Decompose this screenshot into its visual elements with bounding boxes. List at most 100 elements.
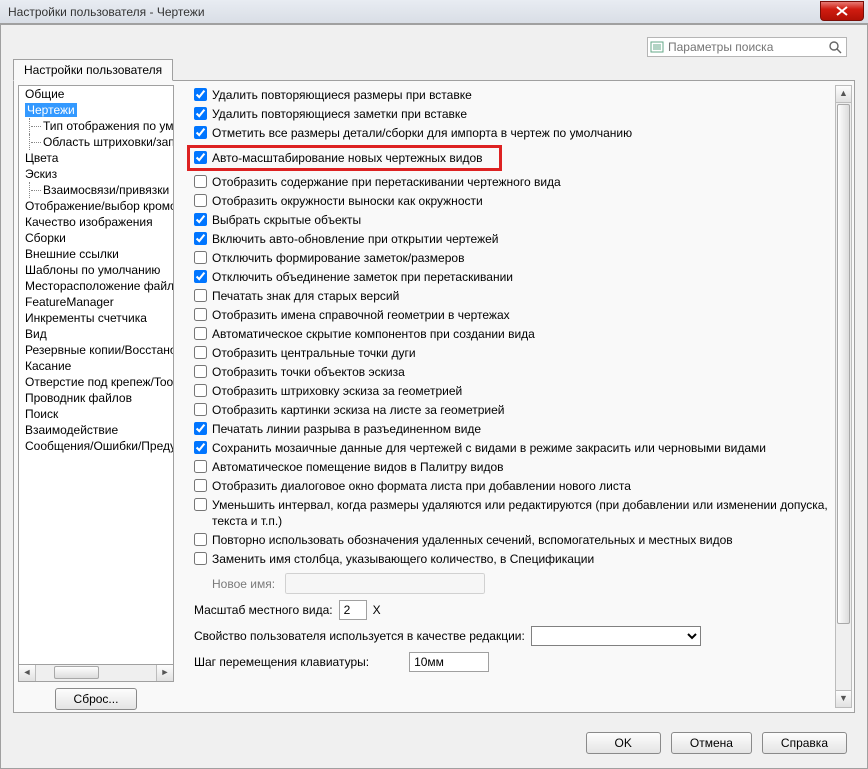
tree-item[interactable]: FeatureManager bbox=[19, 294, 173, 310]
tree-item[interactable]: Месторасположение файло bbox=[19, 278, 173, 294]
option-checkbox[interactable] bbox=[194, 270, 207, 283]
option-checkbox[interactable] bbox=[194, 498, 207, 511]
custom-property-select[interactable] bbox=[531, 626, 701, 646]
ok-button[interactable]: OK bbox=[586, 732, 661, 754]
dialog-footer: OK Отмена Справка bbox=[586, 732, 847, 754]
option-checkbox[interactable] bbox=[194, 552, 207, 565]
scroll-down-button[interactable]: ▼ bbox=[836, 690, 851, 707]
scroll-track[interactable] bbox=[36, 665, 156, 681]
new-name-input bbox=[285, 573, 485, 594]
tree-horizontal-scrollbar[interactable]: ◄ ► bbox=[18, 665, 174, 682]
option-checkbox[interactable] bbox=[194, 126, 207, 139]
scroll-left-button[interactable]: ◄ bbox=[19, 665, 36, 681]
local-scale-row: Масштаб местного вида: X bbox=[194, 600, 834, 620]
option-row: Отключить объединение заметок при перета… bbox=[194, 269, 834, 285]
tree-item[interactable]: Шаблоны по умолчанию bbox=[19, 262, 173, 278]
option-checkbox[interactable] bbox=[194, 289, 207, 302]
local-scale-input[interactable] bbox=[339, 600, 367, 620]
option-checkbox[interactable] bbox=[194, 479, 207, 492]
tree-item[interactable]: Область штриховки/зап bbox=[19, 134, 173, 150]
tree-item[interactable]: Резервные копии/Восстано bbox=[19, 342, 173, 358]
search-box[interactable] bbox=[647, 37, 847, 57]
option-checkbox[interactable] bbox=[194, 107, 207, 120]
tree-item-label: Чертежи bbox=[25, 103, 77, 117]
scroll-right-button[interactable]: ► bbox=[156, 665, 173, 681]
option-row: Отключить формирование заметок/размеров bbox=[194, 250, 834, 266]
tree-item[interactable]: Взаимодействие bbox=[19, 422, 173, 438]
help-button[interactable]: Справка bbox=[762, 732, 847, 754]
option-checkbox[interactable] bbox=[194, 194, 207, 207]
option-checkbox[interactable] bbox=[194, 88, 207, 101]
new-name-label: Новое имя: bbox=[212, 577, 275, 591]
tree-item[interactable]: Чертежи bbox=[19, 102, 173, 118]
option-checkbox[interactable] bbox=[194, 175, 207, 188]
option-checkbox[interactable] bbox=[194, 251, 207, 264]
tree-item[interactable]: Взаимосвязи/привязки bbox=[19, 182, 173, 198]
option-row: Сохранить мозаичные данные для чертежей … bbox=[194, 440, 834, 456]
reset-button[interactable]: Сброс... bbox=[55, 688, 138, 710]
tree-item[interactable]: Внешние ссылки bbox=[19, 246, 173, 262]
option-label: Отключить формирование заметок/размеров bbox=[212, 250, 834, 266]
tree-item[interactable]: Общие bbox=[19, 86, 173, 102]
option-label: Отобразить имена справочной геометрии в … bbox=[212, 307, 834, 323]
tree-item[interactable]: Вид bbox=[19, 326, 173, 342]
option-checkbox[interactable] bbox=[194, 403, 207, 416]
scroll-thumb[interactable] bbox=[54, 666, 99, 679]
option-row: Включить авто-обновление при открытии че… bbox=[194, 231, 834, 247]
local-scale-label: Масштаб местного вида: bbox=[194, 603, 333, 617]
option-label: Автоматическое помещение видов в Палитру… bbox=[212, 459, 834, 475]
close-button[interactable] bbox=[820, 1, 864, 21]
option-row: Уменьшить интервал, когда размеры удаляю… bbox=[194, 497, 834, 529]
scroll-up-button[interactable]: ▲ bbox=[836, 86, 851, 103]
option-label: Удалить повторяющиеся размеры при вставк… bbox=[212, 87, 834, 103]
local-scale-suffix: X bbox=[373, 603, 381, 617]
scroll-thumb-vertical[interactable] bbox=[837, 104, 850, 624]
option-row: Выбрать скрытые объекты bbox=[194, 212, 834, 228]
tree-item[interactable]: Отверстие под крепеж/Tool bbox=[19, 374, 173, 390]
tree-item[interactable]: Эскиз bbox=[19, 166, 173, 182]
option-checkbox[interactable] bbox=[194, 308, 207, 321]
option-label: Отобразить окружности выноски как окружн… bbox=[212, 193, 834, 209]
tree-item-label: FeatureManager bbox=[25, 295, 114, 309]
tree-item[interactable]: Цвета bbox=[19, 150, 173, 166]
option-checkbox[interactable] bbox=[194, 365, 207, 378]
option-row: Автоматическое скрытие компонентов при с… bbox=[194, 326, 834, 342]
option-checkbox[interactable] bbox=[194, 232, 207, 245]
option-checkbox[interactable] bbox=[194, 151, 207, 164]
option-row: Печатать линии разрыва в разъединенном в… bbox=[194, 421, 834, 437]
option-checkbox[interactable] bbox=[194, 346, 207, 359]
tree-item[interactable]: Касание bbox=[19, 358, 173, 374]
tree-item[interactable]: Проводник файлов bbox=[19, 390, 173, 406]
tree-item[interactable]: Сообщения/Ошибки/Преду bbox=[19, 438, 173, 454]
category-tree[interactable]: ОбщиеЧертежиТип отображения по умоОбласт… bbox=[18, 85, 174, 665]
search-icon[interactable] bbox=[828, 40, 846, 54]
option-checkbox[interactable] bbox=[194, 213, 207, 226]
option-row: Отобразить штриховку эскиза за геометрие… bbox=[194, 383, 834, 399]
tab-user-settings[interactable]: Настройки пользователя bbox=[13, 59, 173, 81]
close-icon bbox=[836, 6, 848, 16]
option-row: Отобразить картинки эскиза на листе за г… bbox=[194, 402, 834, 418]
option-checkbox[interactable] bbox=[194, 533, 207, 546]
settings-panel: Удалить повторяющиеся размеры при вставк… bbox=[176, 81, 854, 712]
search-input[interactable] bbox=[666, 38, 828, 56]
keyboard-step-label: Шаг перемещения клавиатуры: bbox=[194, 655, 369, 669]
cancel-button[interactable]: Отмена bbox=[671, 732, 752, 754]
option-checkbox[interactable] bbox=[194, 422, 207, 435]
option-label: Отобразить точки объектов эскиза bbox=[212, 364, 834, 380]
option-row: Заменить имя столбца, указывающего колич… bbox=[194, 551, 834, 567]
tree-item[interactable]: Инкременты счетчика bbox=[19, 310, 173, 326]
option-row: Печатать знак для старых версий bbox=[194, 288, 834, 304]
option-checkbox[interactable] bbox=[194, 460, 207, 473]
option-row: Отобразить диалоговое окно формата листа… bbox=[194, 478, 834, 494]
tree-item[interactable]: Отображение/выбор кромо bbox=[19, 198, 173, 214]
tree-item[interactable]: Сборки bbox=[19, 230, 173, 246]
tree-item-label: Эскиз bbox=[25, 167, 57, 181]
tree-item[interactable]: Тип отображения по умо bbox=[19, 118, 173, 134]
tree-item[interactable]: Поиск bbox=[19, 406, 173, 422]
settings-vertical-scrollbar[interactable]: ▲ ▼ bbox=[835, 85, 852, 708]
option-checkbox[interactable] bbox=[194, 384, 207, 397]
tree-item[interactable]: Качество изображения bbox=[19, 214, 173, 230]
option-checkbox[interactable] bbox=[194, 441, 207, 454]
option-checkbox[interactable] bbox=[194, 327, 207, 340]
keyboard-step-input[interactable] bbox=[409, 652, 489, 672]
